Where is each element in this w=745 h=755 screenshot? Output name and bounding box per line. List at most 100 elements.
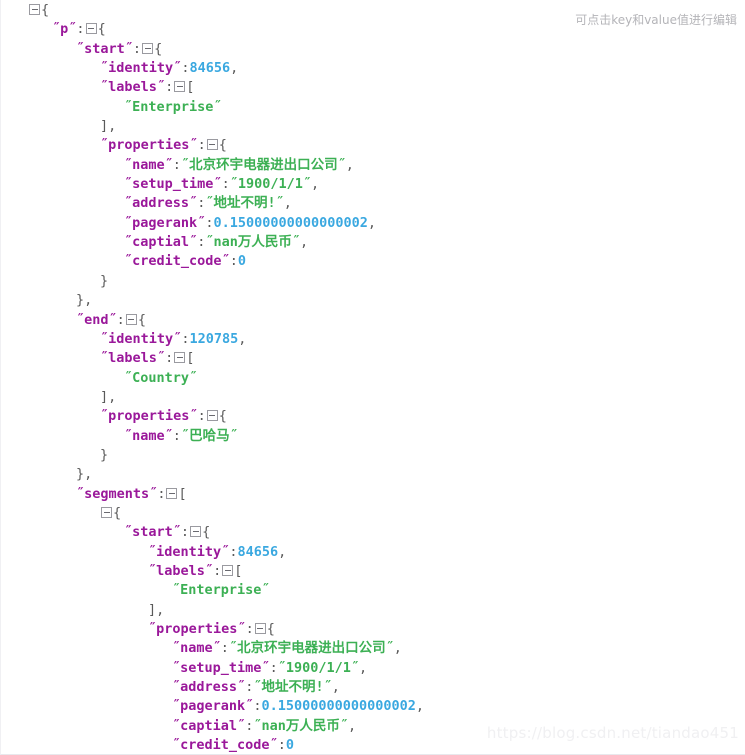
- json-line-end: ˝end˝:{: [76, 311, 146, 328]
- json-line-start-labels: ˝labels˝:[: [100, 79, 195, 96]
- json-value-pagerank[interactable]: 0.15000000000000002: [213, 215, 367, 231]
- json-key-name[interactable]: ˝name˝: [172, 640, 221, 656]
- json-line-end-labels: ˝labels˝:[: [100, 350, 195, 367]
- json-key-address[interactable]: ˝address˝: [172, 679, 245, 695]
- json-value-segment-start-identity[interactable]: 84656: [237, 544, 278, 560]
- json-value-setup-time[interactable]: ˝1900/1/1˝: [230, 176, 311, 192]
- json-value-start-identity[interactable]: 84656: [189, 60, 230, 76]
- json-value-address[interactable]: ˝地址不明!˝: [205, 195, 283, 211]
- json-line-start-name: ˝name˝:˝北京环宇电器进出口公司˝,: [124, 156, 354, 173]
- json-value-segment-address[interactable]: ˝地址不明!˝: [253, 679, 331, 695]
- json-line-end-close: },: [76, 466, 93, 483]
- json-line-start-captial: ˝captial˝:˝nan万人民币˝,: [124, 234, 309, 251]
- json-line-start-identity: ˝identity˝:84656,: [100, 60, 239, 77]
- collapse-minus-icon[interactable]: [174, 81, 186, 93]
- json-line-start-properties-close: }: [100, 272, 109, 289]
- collapse-minus-icon[interactable]: [206, 410, 218, 422]
- collapse-minus-icon[interactable]: [101, 506, 112, 518]
- json-key-name[interactable]: ˝name˝: [124, 157, 173, 173]
- json-key-end[interactable]: ˝end˝: [76, 312, 117, 328]
- json-value-segment-credit-code[interactable]: 0: [286, 737, 294, 753]
- json-line-segment-start-captial: ˝captial˝:˝nan万人民币˝,: [172, 717, 357, 734]
- json-key-start[interactable]: ˝start˝: [76, 41, 133, 57]
- json-key-captial[interactable]: ˝captial˝: [124, 234, 197, 250]
- json-line-segment-start-properties: ˝properties˝:{: [148, 621, 275, 637]
- json-line-start-address: ˝address˝:˝地址不明!˝,: [124, 195, 292, 212]
- json-line-start-credit-code: ˝credit_code˝:0: [124, 253, 246, 270]
- json-key-name[interactable]: ˝name˝: [124, 428, 173, 444]
- json-value-end-label[interactable]: ˝Country˝: [124, 370, 197, 386]
- watermark-label: https://blog.csdn.net/tiandao451: [486, 724, 739, 742]
- json-line-start-close: },: [76, 292, 93, 309]
- json-line-segment-start-identity: ˝identity˝:84656,: [148, 543, 287, 560]
- json-key-segments[interactable]: ˝segments˝: [76, 486, 157, 502]
- collapse-minus-icon[interactable]: [222, 564, 234, 576]
- json-line-segment-start-credit-code: ˝credit_code˝:0: [172, 737, 294, 754]
- json-key-properties[interactable]: ˝properties˝: [100, 408, 198, 424]
- json-line-start-setup-time: ˝setup_time˝:˝1900/1/1˝,: [124, 176, 320, 193]
- json-key-identity[interactable]: ˝identity˝: [100, 331, 181, 347]
- json-key-credit-code[interactable]: ˝credit_code˝: [124, 253, 230, 269]
- json-key-pagerank[interactable]: ˝pagerank˝: [172, 698, 253, 714]
- json-line-root-open: {: [1, 1, 424, 20]
- json-line-start-properties: ˝properties˝:{: [100, 137, 227, 154]
- collapse-minus-icon[interactable]: [85, 23, 97, 35]
- json-key-properties[interactable]: ˝properties˝: [100, 137, 198, 153]
- json-line-end-properties: ˝properties˝:{: [100, 408, 227, 425]
- json-value-captial[interactable]: ˝nan万人民币˝: [205, 234, 300, 250]
- collapse-minus-icon[interactable]: [29, 4, 40, 15]
- json-line-start-labels-close: ],: [100, 118, 117, 135]
- json-key-identity[interactable]: ˝identity˝: [100, 60, 181, 76]
- json-line-p: ˝p˝:{: [52, 21, 106, 38]
- json-line-end-identity: ˝identity˝:120785,: [100, 330, 247, 347]
- collapse-minus-icon[interactable]: [142, 42, 154, 54]
- json-key-identity[interactable]: ˝identity˝: [148, 544, 229, 560]
- json-key-setup-time[interactable]: ˝setup_time˝: [124, 176, 222, 192]
- json-key-setup-time[interactable]: ˝setup_time˝: [172, 660, 270, 676]
- json-value-credit-code[interactable]: 0: [238, 253, 246, 269]
- json-key-p[interactable]: ˝p˝: [52, 21, 76, 37]
- json-line-segment-start-setup-time: ˝setup_time˝:˝1900/1/1˝,: [172, 659, 368, 676]
- json-value-segment-start-label[interactable]: ˝Enterprise˝: [172, 582, 270, 598]
- collapse-minus-icon[interactable]: [166, 487, 178, 499]
- json-value-segment-name[interactable]: ˝北京环宇电器进出口公司˝: [229, 640, 394, 656]
- json-value-start-label[interactable]: ˝Enterprise˝: [124, 99, 222, 115]
- json-line-end-label-value: ˝Country˝: [1, 369, 424, 388]
- json-key-labels[interactable]: ˝labels˝: [100, 79, 165, 95]
- json-key-properties[interactable]: ˝properties˝: [148, 621, 246, 637]
- collapse-minus-icon[interactable]: [174, 352, 186, 364]
- json-line-segment-start-address: ˝address˝:˝地址不明!˝,: [172, 679, 340, 696]
- json-key-pagerank[interactable]: ˝pagerank˝: [124, 215, 205, 231]
- json-line-start-pagerank: ˝pagerank˝:0.15000000000000002,: [124, 214, 377, 231]
- json-line-end-properties-close: }: [100, 446, 109, 463]
- json-line-segment-start-labels: ˝labels˝:[: [148, 562, 243, 579]
- json-line-start-label-value: ˝Enterprise˝: [1, 98, 424, 117]
- collapse-minus-icon[interactable]: [125, 313, 137, 325]
- punct-open-brace: {: [41, 2, 50, 18]
- json-key-captial[interactable]: ˝captial˝: [172, 718, 245, 734]
- json-key-address[interactable]: ˝address˝: [124, 195, 197, 211]
- json-line-segment-start-name: ˝name˝:˝北京环宇电器进出口公司˝,: [172, 640, 402, 657]
- collapse-minus-icon[interactable]: [254, 623, 266, 634]
- json-line-segment-start-label-value: ˝Enterprise˝: [1, 581, 424, 600]
- json-value-segment-pagerank[interactable]: 0.15000000000000002: [261, 698, 415, 714]
- collapse-minus-icon[interactable]: [206, 139, 218, 151]
- json-tree: { ˝p˝:{ ˝start˝:{ ˝identity˝:84656, ˝lab…: [1, 0, 425, 754]
- edit-hint-label: 可点击key和value值进行编辑: [575, 13, 737, 27]
- json-line-segment-start-pagerank: ˝pagerank˝:0.15000000000000002,: [172, 698, 425, 715]
- json-value-segment-captial[interactable]: ˝nan万人民币˝: [253, 718, 348, 734]
- json-tree-viewer[interactable]: 可点击key和value值进行编辑 https://blog.csdn.net/…: [0, 0, 745, 755]
- json-value-name[interactable]: ˝北京环宇电器进出口公司˝: [181, 157, 346, 173]
- json-line-segment-start-labels-close: ],: [148, 601, 165, 618]
- json-value-segment-setup-time[interactable]: ˝1900/1/1˝: [278, 660, 359, 676]
- json-key-credit-code[interactable]: ˝credit_code˝: [172, 737, 278, 753]
- json-key-labels[interactable]: ˝labels˝: [100, 350, 165, 366]
- json-line-segment-start: ˝start˝:{: [124, 524, 211, 541]
- json-value-end-identity[interactable]: 120785: [189, 331, 238, 347]
- collapse-minus-icon[interactable]: [190, 526, 202, 538]
- json-line-segment-open: {: [1, 504, 424, 523]
- json-key-labels[interactable]: ˝labels˝: [148, 563, 213, 579]
- json-value-end-name[interactable]: ˝巴哈马˝: [181, 428, 238, 444]
- json-key-start[interactable]: ˝start˝: [124, 524, 181, 540]
- json-line-end-labels-close: ],: [100, 388, 117, 405]
